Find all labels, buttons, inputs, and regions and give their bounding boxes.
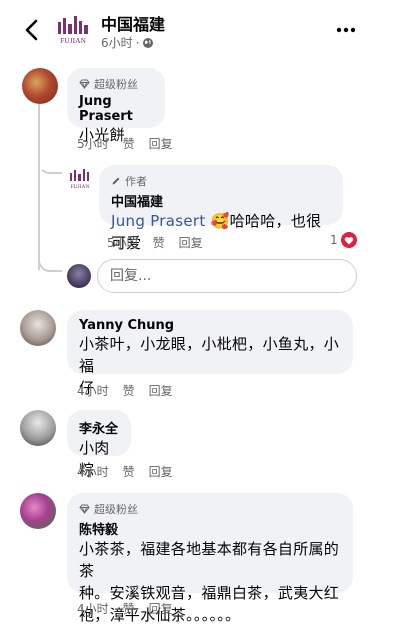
comment-bubble: 李永全 小肉粽 (67, 410, 131, 479)
heart-icon (340, 232, 357, 248)
comment-bubble: 超级粉丝 Jung Prasert 小光餅 (67, 68, 165, 144)
thread-connector (38, 248, 62, 272)
svg-text:FUJIAN: FUJIAN (71, 184, 90, 190)
reply-button[interactable]: 回复 (149, 382, 173, 399)
thread-line (38, 104, 40, 270)
comment-time: 4小时 (77, 384, 109, 398)
page-title[interactable]: 中国福建 (101, 11, 165, 35)
header: FUJIAN 中国福建 6小时 · (0, 0, 412, 60)
avatar (67, 264, 91, 288)
like-button[interactable]: 赞 (153, 234, 165, 251)
page-logo[interactable]: FUJIAN (54, 12, 92, 48)
comment-actions: 5小时 赞 回复 (107, 234, 203, 251)
avatar[interactable] (20, 493, 56, 529)
comment-time: 4小时 (77, 602, 109, 616)
comment-bubble: 作者 中国福建 Jung Prasert 🥰哈哈哈，也很可爱 (99, 165, 343, 252)
comment-time: 4小时 (77, 465, 109, 479)
comment-author[interactable]: Jung Prasert (79, 94, 153, 124)
comment-author[interactable]: 中国福建 (111, 191, 331, 210)
logo-text: FUJIAN (60, 36, 86, 45)
comment-actions: 4小时 赞 回复 (77, 600, 173, 617)
reaction-count[interactable]: 1 (330, 232, 357, 248)
diamond-icon (79, 504, 90, 514)
comment-author[interactable]: 李永全 (79, 418, 119, 437)
comment-actions: 4小时 赞 回复 (77, 382, 173, 399)
like-button[interactable]: 赞 (123, 463, 135, 480)
diamond-icon (79, 79, 90, 89)
post-time: 6小时 (101, 36, 133, 50)
top-fan-badge: 超级粉丝 (79, 76, 153, 92)
reply-button[interactable]: 回复 (179, 234, 203, 251)
author-badge: 作者 (111, 173, 331, 189)
comment-time: 5小时 (107, 236, 139, 250)
reply-button[interactable]: 回复 (149, 600, 173, 617)
reply-button[interactable]: 回复 (149, 135, 173, 152)
comment-author[interactable]: 陈特毅 (79, 519, 341, 538)
more-options-icon[interactable] (334, 22, 358, 38)
comment-time: 5小时 (77, 137, 109, 151)
avatar[interactable]: FUJIAN (66, 165, 94, 193)
pencil-icon (112, 177, 120, 185)
avatar[interactable] (20, 410, 56, 446)
avatar[interactable] (20, 310, 56, 346)
reply-input[interactable]: 回复... (97, 259, 357, 293)
top-fan-badge: 超级粉丝 (79, 501, 341, 517)
comment-bubble: Yanny Chung 小茶叶，小龙眼，小枇杷，小鱼丸，小福 仔 (67, 310, 353, 397)
mention-link[interactable]: Jung Prasert (111, 212, 206, 230)
back-arrow-icon[interactable] (20, 14, 44, 46)
globe-icon (143, 37, 154, 48)
like-button[interactable]: 赞 (123, 135, 135, 152)
comment-bubble: 超级粉丝 陈特毅 小茶茶，福建各地基本都有各自所属的茶 种。安溪铁观音，福鼎白茶… (67, 493, 353, 624)
avatar[interactable] (22, 68, 58, 104)
reply-connector (38, 150, 62, 174)
emoji: 🥰 (210, 212, 230, 230)
comment-author[interactable]: Yanny Chung (79, 318, 341, 333)
post-meta: 6小时 · (101, 34, 154, 51)
comment-actions: 5小时 赞 回复 (77, 135, 173, 152)
like-button[interactable]: 赞 (123, 382, 135, 399)
comment-actions: 4小时 赞 回复 (77, 463, 173, 480)
reply-button[interactable]: 回复 (149, 463, 173, 480)
like-button[interactable]: 赞 (123, 600, 135, 617)
